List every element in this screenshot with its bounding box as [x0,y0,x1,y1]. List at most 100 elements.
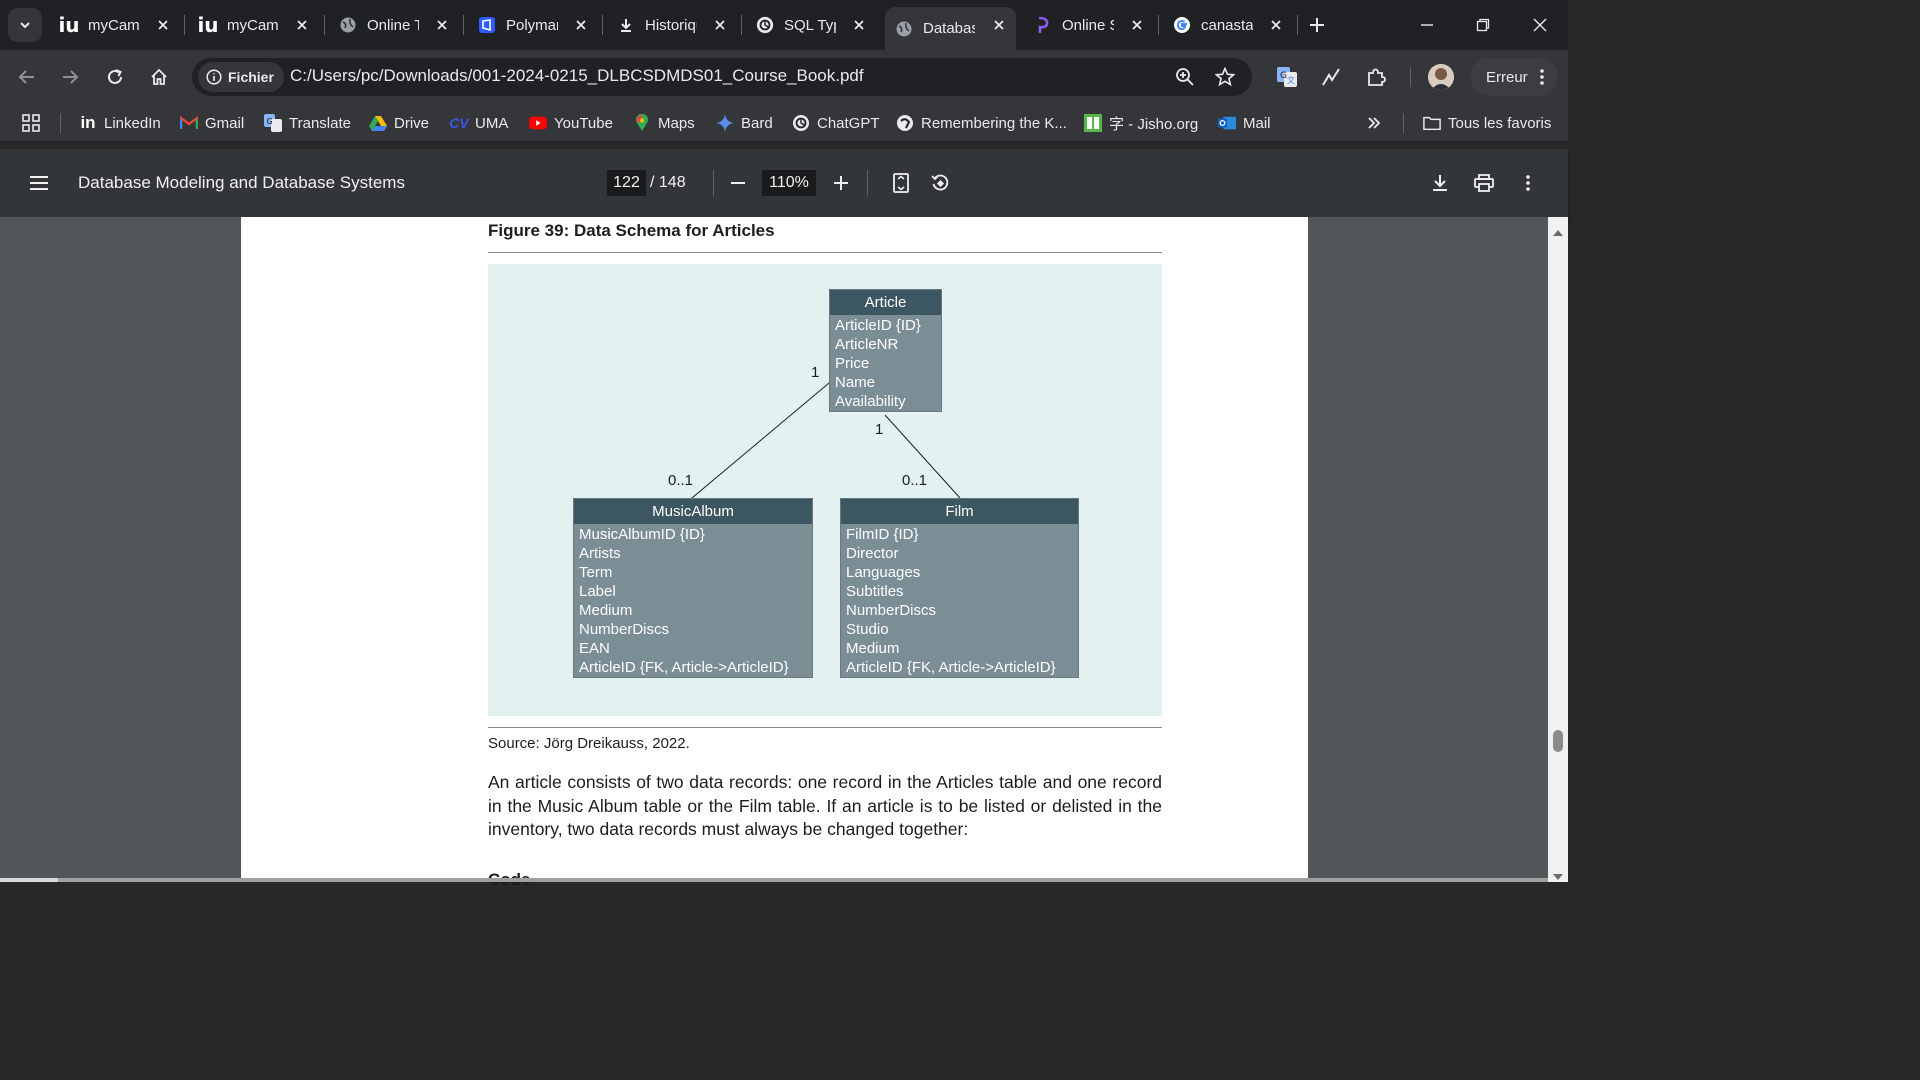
restore-icon [1476,18,1490,32]
page-number-input[interactable]: 122 [607,170,646,196]
minimize-button[interactable] [1412,10,1442,40]
bookmark-jisho[interactable]: 字 - Jisho.org [1084,112,1198,134]
entity-article: Article ArticleID {ID} ArticleNR Price N… [829,289,942,412]
zoom-icon[interactable] [1174,66,1196,88]
restore-button[interactable] [1468,10,1498,40]
fit-page-button[interactable] [888,171,914,195]
tab-online-sql[interactable]: Online SQL [1024,7,1154,43]
profile-error-button[interactable]: Erreur [1470,58,1558,96]
tab-search-button[interactable] [8,8,42,42]
bookmark-label: Gmail [205,114,245,132]
tab-title: Historique [645,16,697,34]
close-icon[interactable] [990,16,1008,34]
pdf-viewer[interactable]: Figure 39: Data Schema for Articles Arti… [0,217,1568,889]
minimize-icon [1421,24,1433,26]
vertical-scrollbar[interactable] [1548,217,1568,882]
download-button[interactable] [1427,171,1453,195]
forward-button[interactable] [55,62,85,92]
folder-icon [1423,114,1441,132]
bookmark-rtk[interactable]: Remembering the K... [896,112,1067,134]
figure-title: Figure 39: Data Schema for Articles [488,221,775,240]
tab-historique[interactable]: Historique [607,7,737,43]
profile-error-label: Erreur [1486,68,1528,86]
scrollbar-thumb[interactable] [1553,730,1563,752]
chevron-down-icon [20,22,30,29]
bookmark-drive[interactable]: Drive [369,112,429,134]
bookmark-chatgpt[interactable]: ChatGPT [792,112,880,134]
entity-attribute: Studio [846,621,889,638]
apps-button[interactable] [22,112,47,134]
profile-avatar[interactable] [1428,64,1454,90]
jisho-icon [1084,114,1102,132]
entity-attribute: Artists [579,545,621,562]
tab-sql-types[interactable]: SQL Types [746,7,876,43]
pdf-title: Database Modeling and Database Systems [78,173,405,192]
zoom-out-button[interactable] [725,171,751,195]
address-bar[interactable]: Fichier C:/Users/pc/Downloads/001-2024-0… [192,58,1252,96]
bookmark-star-icon[interactable] [1214,66,1236,88]
article-album-line [691,382,830,499]
apps-grid-icon [22,114,40,132]
print-button[interactable] [1471,171,1497,195]
reload-button[interactable] [100,62,130,92]
close-icon[interactable] [154,16,172,34]
home-button[interactable] [144,62,174,92]
back-button[interactable] [12,62,42,92]
new-tab-button[interactable] [1304,12,1330,38]
plus-icon [834,176,848,190]
tab-mycampus-2[interactable]: iu myCampus [189,7,319,43]
site-info-label: Fichier [228,69,274,85]
entity-attribute: Medium [579,602,633,619]
minus-icon [731,182,745,184]
close-icon [1533,18,1547,32]
reload-icon [108,69,122,84]
all-bookmarks-button[interactable]: Tous les favoris [1423,112,1551,134]
extensions-button[interactable] [1361,62,1391,92]
zoom-in-button[interactable] [828,171,854,195]
zoom-level-input[interactable]: 110% [762,170,816,196]
close-icon[interactable] [433,16,451,34]
pdf-more-button[interactable] [1515,171,1541,195]
close-icon[interactable] [293,16,311,34]
bookmark-bard[interactable]: Bard [716,112,773,134]
site-info-chip[interactable]: Fichier [198,62,284,92]
tab-online-training[interactable]: Online Training [329,7,459,43]
entity-attribute: Availability [835,393,906,410]
bookmark-translate[interactable]: G Translate [264,112,351,134]
more-bookmarks-button[interactable] [1365,112,1390,134]
close-icon[interactable] [572,16,590,34]
close-window-button[interactable] [1525,10,1555,40]
puzzle-icon [1368,68,1386,86]
ink-extension[interactable] [1316,62,1346,92]
svg-text:文: 文 [1287,75,1295,85]
tab-title: Polymarket [506,16,558,34]
horizontal-scrollbar-thumb[interactable] [58,878,1548,882]
tab-polymarket[interactable]: Polymarket [468,7,598,43]
bookmark-linkedin[interactable]: in LinkedIn [79,112,160,134]
multiplicity-album: 0..1 [668,472,694,489]
bookmark-label: Remembering the K... [921,114,1067,132]
bookmark-youtube[interactable]: YouTube [529,112,613,134]
tab-canasta[interactable]: canasta [1163,7,1293,43]
horizontal-scrollbar[interactable] [0,878,1548,882]
entity-attribute: Medium [846,640,900,657]
scroll-down-icon[interactable] [1553,867,1563,885]
close-icon[interactable] [1267,16,1285,34]
close-icon[interactable] [1128,16,1146,34]
close-icon[interactable] [850,16,868,34]
tab-database-active[interactable]: Database [885,7,1016,50]
page-total: / 148 [650,174,686,191]
bookmark-maps[interactable]: Maps [633,112,695,134]
rotate-button[interactable] [927,171,953,195]
entity-attribute: ArticleID {FK, Article->ArticleID} [846,659,1056,676]
download-icon [617,16,635,34]
bookmark-gmail[interactable]: Gmail [180,112,244,134]
tab-mycampus-1[interactable]: iu myCampus [50,7,180,43]
plus-icon [1310,18,1324,32]
close-icon[interactable] [711,16,729,34]
bookmark-uma[interactable]: CV UMA [449,112,508,134]
google-translate-extension[interactable]: G文 [1272,62,1302,92]
scroll-up-icon[interactable] [1553,223,1563,241]
pdf-menu-button[interactable] [26,171,52,195]
bookmark-mail[interactable]: Mail [1218,112,1271,134]
